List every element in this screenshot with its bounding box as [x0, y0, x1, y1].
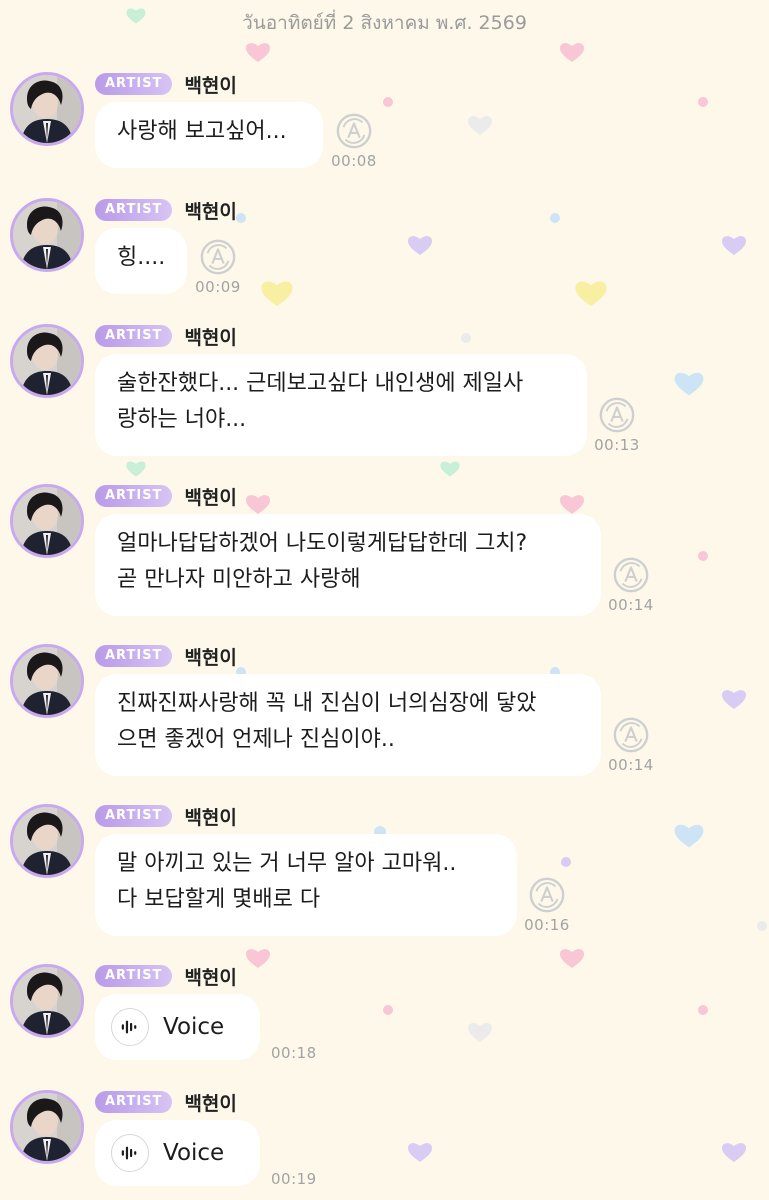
timestamp: 00:16 — [524, 916, 570, 934]
message-bubble[interactable]: 말 아끼고 있는 거 너무 알아 고마워.. 다 보답할게 몇배로 다 — [95, 834, 517, 936]
message-meta: 00:09 — [190, 238, 246, 296]
artist-badge: ARTIST — [95, 1091, 173, 1113]
voice-waveform-icon[interactable] — [111, 1134, 149, 1172]
message-text-line: 진짜진짜사랑해 꼭 내 진심이 너의심장에 닿았 — [117, 691, 537, 716]
message-text-line: 사랑해 보고싶어... — [117, 119, 287, 144]
avatar[interactable] — [10, 72, 84, 146]
voice-label: Voice — [163, 1140, 225, 1166]
message-text-line: 말 아끼고 있는 거 너무 알아 고마워.. — [117, 851, 457, 876]
timestamp: 00:19 — [271, 1170, 317, 1188]
sender-name[interactable]: 백현이 — [184, 71, 236, 98]
message-text-line: 얼마나답답하겠어 나도이렇게답답한데 그치? — [117, 531, 528, 556]
avatar[interactable] — [10, 198, 84, 272]
avatar[interactable] — [10, 804, 84, 878]
artist-badge: ARTIST — [95, 965, 173, 987]
message-meta: 00:14 — [603, 556, 659, 614]
avatar[interactable] — [10, 324, 84, 398]
sender-row: ARTIST 백현이 — [95, 71, 237, 98]
message-bubble[interactable]: 사랑해 보고싶어... — [95, 102, 323, 168]
sender-row: ARTIST 백현이 — [95, 197, 237, 224]
timestamp: 00:08 — [331, 152, 377, 170]
sender-name[interactable]: 백현이 — [184, 323, 236, 350]
translate-icon[interactable] — [199, 238, 237, 276]
message-bubble[interactable]: 힝.... — [95, 228, 187, 294]
avatar[interactable] — [10, 644, 84, 718]
message-meta: 00:08 — [326, 112, 382, 170]
sender-name[interactable]: 백현이 — [184, 1089, 236, 1116]
voice-label: Voice — [163, 1014, 225, 1040]
sender-row: ARTIST 백현이 — [95, 803, 237, 830]
voice-message-bubble[interactable]: Voice — [95, 1120, 260, 1186]
artist-badge: ARTIST — [95, 73, 173, 95]
timestamp: 00:14 — [608, 756, 654, 774]
sender-name[interactable]: 백현이 — [184, 197, 236, 224]
artist-badge: ARTIST — [95, 805, 173, 827]
message-text-line: 랑하는 너야... — [117, 407, 247, 432]
voice-waveform-icon[interactable] — [111, 1008, 149, 1046]
timestamp: 00:14 — [608, 596, 654, 614]
message-text-line: 술한잔했다... 근데보고싶다 내인생에 제일사 — [117, 371, 524, 396]
voice-message-bubble[interactable]: Voice — [95, 994, 260, 1060]
translate-icon[interactable] — [612, 556, 650, 594]
message-bubble[interactable]: 술한잔했다... 근데보고싶다 내인생에 제일사랑하는 너야... — [95, 354, 587, 456]
message-meta: 00:14 — [603, 716, 659, 774]
message-text-line: 으면 좋겠어 언제나 진심이야.. — [117, 727, 395, 752]
avatar[interactable] — [10, 484, 84, 558]
sender-name[interactable]: 백현이 — [184, 643, 236, 670]
sender-name[interactable]: 백현이 — [184, 483, 236, 510]
artist-badge: ARTIST — [95, 645, 173, 667]
message-meta: 00:16 — [519, 876, 575, 934]
avatar[interactable] — [10, 1090, 84, 1164]
timestamp: 00:18 — [271, 1044, 317, 1062]
artist-badge: ARTIST — [95, 199, 173, 221]
message-bubble[interactable]: 진짜진짜사랑해 꼭 내 진심이 너의심장에 닿았으면 좋겠어 언제나 진심이야.… — [95, 674, 601, 776]
translate-icon[interactable] — [528, 876, 566, 914]
translate-icon[interactable] — [335, 112, 373, 150]
message-text-line: 힝.... — [117, 245, 166, 270]
date-header: วันอาทิตย์ที่ 2 สิงหาคม พ.ศ. 2569 — [242, 12, 527, 34]
sender-row: ARTIST 백현이 — [95, 643, 237, 670]
artist-badge: ARTIST — [95, 485, 173, 507]
message-bubble[interactable]: 얼마나답답하겠어 나도이렇게답답한데 그치? 곧 만나자 미안하고 사랑해 — [95, 514, 601, 616]
timestamp: 00:09 — [195, 278, 241, 296]
translate-icon[interactable] — [598, 396, 636, 434]
sender-row: ARTIST 백현이 — [95, 483, 237, 510]
message-text-line: 곧 만나자 미안하고 사랑해 — [117, 567, 361, 592]
sender-name[interactable]: 백현이 — [184, 963, 236, 990]
translate-icon[interactable] — [612, 716, 650, 754]
artist-badge: ARTIST — [95, 325, 173, 347]
message-meta: 00:13 — [589, 396, 645, 454]
sender-row: ARTIST 백현이 — [95, 1089, 237, 1116]
sender-name[interactable]: 백현이 — [184, 803, 236, 830]
message-text-line: 다 보답할게 몇배로 다 — [117, 887, 321, 912]
avatar[interactable] — [10, 964, 84, 1038]
timestamp: 00:13 — [594, 436, 640, 454]
sender-row: ARTIST 백현이 — [95, 963, 237, 990]
sender-row: ARTIST 백현이 — [95, 323, 237, 350]
